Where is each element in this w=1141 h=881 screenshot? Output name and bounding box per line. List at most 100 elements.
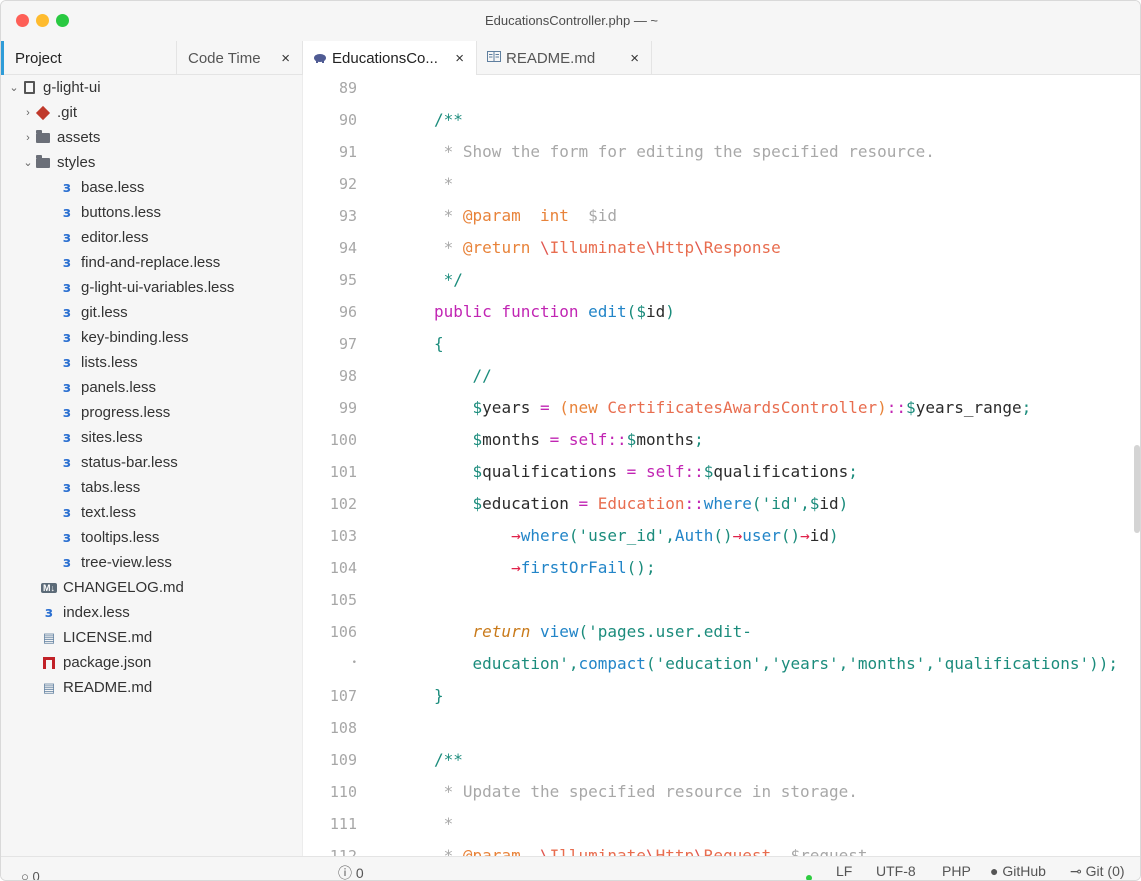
code-token: years xyxy=(482,398,531,417)
tree-item-file[interactable]: з progress.less xyxy=(59,400,170,425)
tree-item-file[interactable]: з buttons.less xyxy=(59,200,161,225)
tree-item-file[interactable]: з tabs.less xyxy=(59,475,140,500)
tab-project[interactable]: Project xyxy=(1,41,177,75)
code-token: → xyxy=(800,526,810,545)
css3-icon: з xyxy=(62,404,72,421)
tree-item-file[interactable]: з text.less xyxy=(59,500,136,525)
tree-item-file[interactable]: з tree-view.less xyxy=(59,550,172,575)
tree-item-file[interactable]: з g-light-ui-variables.less xyxy=(59,275,234,300)
git-button[interactable]: ⊸ Git (0) xyxy=(1070,863,1125,880)
tree-view: ⌄ g-light-ui › .git › assets ⌄ styles зb… xyxy=(1,75,303,856)
tree-item-file[interactable]: M↓ CHANGELOG.md xyxy=(41,575,184,600)
code-token: ; xyxy=(694,430,704,449)
code-line: 90 /** xyxy=(303,105,1140,137)
code-token: :: xyxy=(684,494,704,513)
line-number: 89 xyxy=(338,79,357,97)
tree-item-assets[interactable]: › assets xyxy=(21,125,100,150)
git-label: Git (0) xyxy=(1085,863,1125,879)
tree-item-label: styles xyxy=(57,154,96,171)
tab-project-label: Project xyxy=(15,49,62,67)
code-token: Response xyxy=(703,238,781,257)
code-token: user xyxy=(742,526,781,545)
close-tab-readme-icon[interactable]: × xyxy=(630,50,639,67)
repo-icon xyxy=(21,80,37,96)
status-left[interactable]: ○ 0 xyxy=(21,869,40,880)
code-token: id xyxy=(809,526,829,545)
tree-item-file[interactable]: з base.less xyxy=(59,175,144,200)
code-line: 107 } xyxy=(303,681,1140,713)
code-token: → xyxy=(732,526,743,545)
tree-item-file[interactable]: з panels.less xyxy=(59,375,156,400)
css3-icon: з xyxy=(62,254,72,271)
encoding-selector[interactable]: UTF-8 xyxy=(876,863,916,879)
close-tab-code-time-icon[interactable]: × xyxy=(281,50,290,67)
line-number: 90 xyxy=(338,111,357,129)
code-token: , xyxy=(761,654,772,673)
tree-item-file[interactable]: з lists.less xyxy=(59,350,138,375)
tree-root[interactable]: ⌄ g-light-ui xyxy=(7,75,100,100)
code-line: 96 public function edit($id) xyxy=(303,297,1140,329)
tree-item-git[interactable]: › .git xyxy=(21,100,77,125)
code-token: @return xyxy=(462,238,531,257)
code-line: 104 →firstOrFail(); xyxy=(303,553,1140,585)
tree-item-file[interactable]: з sites.less xyxy=(59,425,143,450)
tree-item-file[interactable]: з editor.less xyxy=(59,225,149,250)
github-button[interactable]: ● GitHub xyxy=(990,863,1046,879)
code-token: ( xyxy=(645,654,656,673)
line-ending-selector[interactable]: LF xyxy=(836,863,852,879)
tab-educations-controller-label: EducationsCo... xyxy=(332,50,438,67)
code-token: /** xyxy=(434,110,463,129)
tree-item-label: status-bar.less xyxy=(81,454,178,471)
close-tab-educations-icon[interactable]: × xyxy=(455,50,464,67)
tree-item-file[interactable]: з key-binding.less xyxy=(59,325,189,350)
tree-item-file[interactable]: з find-and-replace.less xyxy=(59,250,220,275)
code-editor[interactable]: 89 90 /** 91 * Show the form for editing… xyxy=(303,75,1140,856)
code-token: , xyxy=(665,526,675,545)
folder-icon xyxy=(35,129,51,146)
issues-indicator[interactable]: ⓘ 0 xyxy=(338,863,364,880)
tree-item-file[interactable]: з git.less xyxy=(59,300,128,325)
tree-item-styles[interactable]: ⌄ styles xyxy=(21,150,95,175)
code-token: → xyxy=(434,526,521,545)
line-number: 99 xyxy=(338,399,357,417)
code-token: $ xyxy=(906,398,916,417)
tree-item-file[interactable]: з status-bar.less xyxy=(59,450,178,475)
code-token: /** xyxy=(434,750,463,769)
tree-item-label: key-binding.less xyxy=(81,329,189,346)
code-token: ) xyxy=(877,398,887,417)
code-token: Illuminate xyxy=(549,846,646,856)
tree-item-file[interactable]: package.json xyxy=(41,650,151,675)
tree-item-file[interactable]: ▤ README.md xyxy=(41,675,152,700)
code-token: $ xyxy=(434,462,483,481)
tab-readme[interactable]: README.md × xyxy=(477,41,652,75)
line-number: 91 xyxy=(338,143,357,161)
book-icon: ▤ xyxy=(42,679,56,695)
tree-item-file[interactable]: ▤ LICENSE.md xyxy=(41,625,152,650)
code-token: * xyxy=(434,846,463,856)
code-token: ) xyxy=(665,302,675,321)
code-token: edit xyxy=(578,302,627,321)
tab-educations-controller[interactable]: EducationsCo... × xyxy=(303,41,477,76)
tree-item-label: package.json xyxy=(63,654,152,671)
code-token: \ xyxy=(530,238,550,257)
tree-item-file[interactable]: з tooltips.less xyxy=(59,525,159,550)
css3-icon: з xyxy=(44,604,54,621)
code-token: )); xyxy=(1089,654,1118,673)
tab-code-time[interactable]: Code Time × xyxy=(177,41,303,75)
grammar-selector[interactable]: PHP xyxy=(942,863,971,879)
code-token: self xyxy=(568,430,608,449)
line-number: 109 xyxy=(329,751,357,769)
code-token: months xyxy=(482,430,540,449)
tree-item-label: buttons.less xyxy=(81,204,162,221)
css3-icon: з xyxy=(62,354,72,371)
css3-icon: з xyxy=(62,179,72,196)
line-number: 106 xyxy=(329,623,357,641)
tree-item-file[interactable]: з index.less xyxy=(41,600,130,625)
code-token: Http xyxy=(655,846,695,856)
code-token: 'months' xyxy=(848,654,926,673)
code-token: Http xyxy=(655,238,695,257)
code-token: Auth xyxy=(674,526,714,545)
code-token: $ xyxy=(703,462,714,481)
tree-item-label: tooltips.less xyxy=(81,529,160,546)
vertical-scrollbar-thumb[interactable] xyxy=(1134,445,1140,533)
